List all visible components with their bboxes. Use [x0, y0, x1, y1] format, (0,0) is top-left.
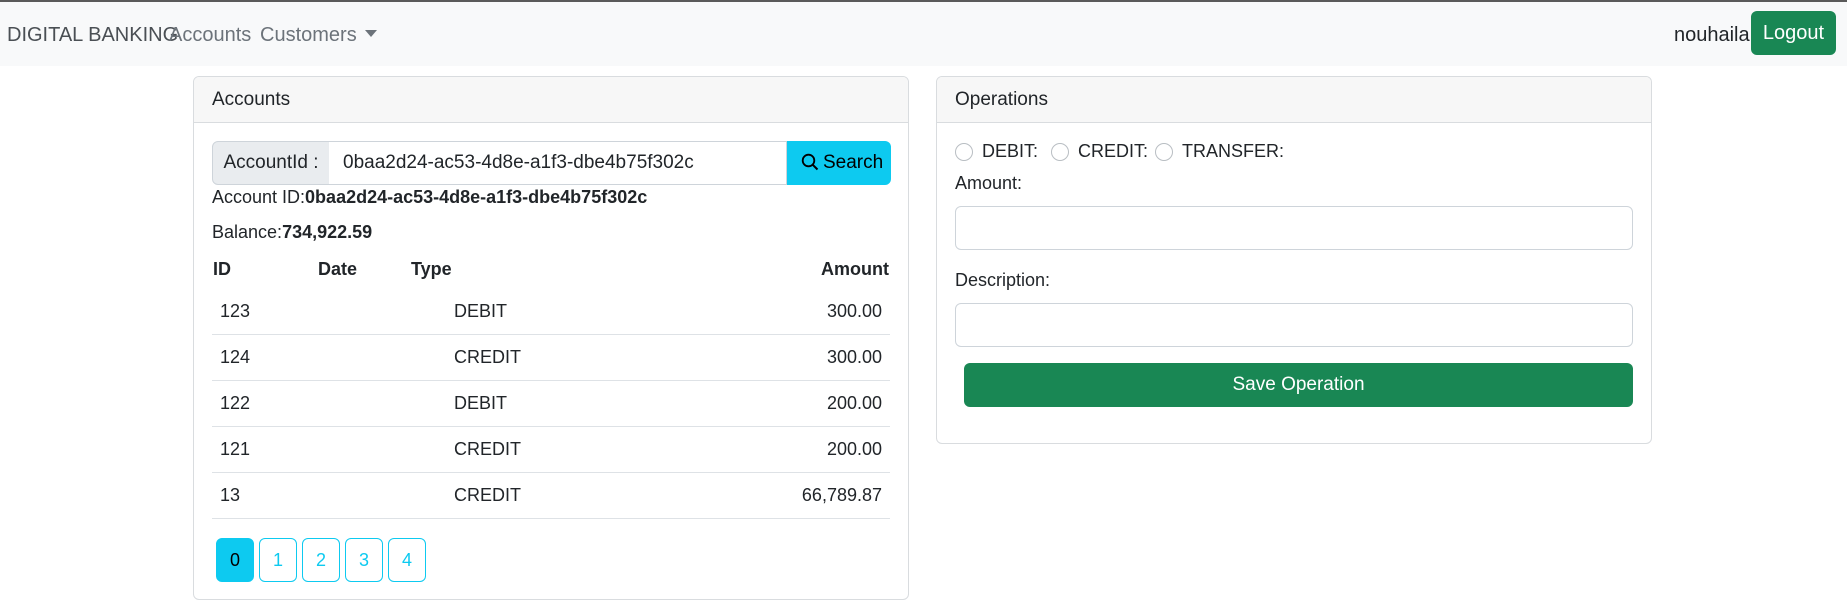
- credit-radio[interactable]: [1051, 143, 1069, 161]
- save-operation-button[interactable]: Save Operation: [964, 363, 1633, 407]
- debit-radio[interactable]: [955, 143, 973, 161]
- description-label: Description:: [955, 270, 1051, 290]
- logout-button[interactable]: Logout: [1751, 11, 1836, 55]
- row-amount: 300.00: [826, 347, 882, 367]
- search-icon: [801, 153, 819, 171]
- page-button-0[interactable]: 0: [216, 538, 254, 582]
- page-button-2[interactable]: 2: [302, 538, 340, 582]
- brand-link[interactable]: DIGITAL BANKING: [7, 24, 178, 47]
- row-type: CREDIT: [454, 347, 521, 367]
- row-amount: 200.00: [826, 393, 882, 413]
- balance-info: Balance:734,922.59: [212, 222, 372, 243]
- row-id: 122: [220, 393, 251, 413]
- accounts-card: Accounts AccountId : 0baa2d24-ac53-4d8e-…: [193, 76, 909, 600]
- nav-link-customers-label: Customers: [260, 24, 357, 46]
- row-id: 13: [220, 485, 241, 505]
- balance-value: 734,922.59: [282, 222, 373, 242]
- table-row: 123 DEBIT 300.00: [212, 289, 890, 335]
- nav-link-accounts[interactable]: Accounts: [169, 24, 251, 47]
- row-id: 123: [220, 301, 251, 321]
- page-button-3[interactable]: 3: [345, 538, 383, 582]
- account-id-info-value: 0baa2d24-ac53-4d8e-a1f3-dbe4b75f302c: [305, 187, 648, 207]
- transfer-radio-label: TRANSFER:: [1182, 141, 1285, 161]
- column-header-date: Date: [318, 259, 358, 279]
- nav-dropdown-customers[interactable]: Customers: [260, 24, 377, 47]
- page-button-1[interactable]: 1: [259, 538, 297, 582]
- account-search-group: AccountId : 0baa2d24-ac53-4d8e-a1f3-dbe4…: [212, 141, 891, 185]
- table-row: 124 CREDIT 300.00: [212, 335, 890, 381]
- operations-card-title: Operations: [937, 77, 1651, 123]
- debit-radio-label: DEBIT:: [982, 141, 1039, 161]
- navbar: DIGITAL BANKING Accounts Customers nouha…: [0, 2, 1847, 66]
- column-header-type: Type: [411, 259, 452, 279]
- amount-label: Amount:: [955, 173, 1023, 193]
- operations-table-header: ID Date Type Amount: [212, 259, 890, 289]
- table-row: 121 CREDIT 200.00: [212, 427, 890, 473]
- row-type: DEBIT: [454, 301, 508, 321]
- column-header-amount: Amount: [821, 259, 889, 279]
- accounts-card-title: Accounts: [194, 77, 908, 123]
- table-row: 122 DEBIT 200.00: [212, 381, 890, 427]
- chevron-down-icon: [364, 30, 377, 37]
- amount-input[interactable]: [955, 206, 1633, 250]
- balance-label: Balance:: [212, 222, 283, 242]
- row-type: DEBIT: [454, 393, 508, 413]
- row-type: CREDIT: [454, 485, 521, 505]
- credit-radio-label: CREDIT:: [1078, 141, 1149, 161]
- column-header-id: ID: [213, 259, 231, 279]
- row-id: 124: [220, 347, 251, 367]
- operations-card: Operations DEBIT: CREDIT: TRANSFER: Amou…: [936, 76, 1652, 444]
- account-id-input[interactable]: 0baa2d24-ac53-4d8e-a1f3-dbe4b75f302c: [329, 141, 787, 185]
- transfer-radio[interactable]: [1155, 143, 1173, 161]
- row-amount: 300.00: [826, 301, 882, 321]
- description-input[interactable]: [955, 303, 1633, 347]
- account-id-label: AccountId :: [212, 141, 330, 185]
- account-id-info-label: Account ID:: [212, 187, 306, 207]
- page-button-4[interactable]: 4: [388, 538, 426, 582]
- row-amount: 66,789.87: [801, 485, 882, 505]
- username: nouhaila: [1674, 24, 1750, 46]
- row-amount: 200.00: [826, 439, 882, 459]
- row-id: 121: [220, 439, 251, 459]
- row-type: CREDIT: [454, 439, 521, 459]
- search-button[interactable]: Search: [787, 141, 891, 185]
- account-id-info: Account ID:0baa2d24-ac53-4d8e-a1f3-dbe4b…: [212, 187, 647, 208]
- search-button-label: Search: [823, 152, 884, 173]
- table-row: 13 CREDIT 66,789.87: [212, 473, 890, 519]
